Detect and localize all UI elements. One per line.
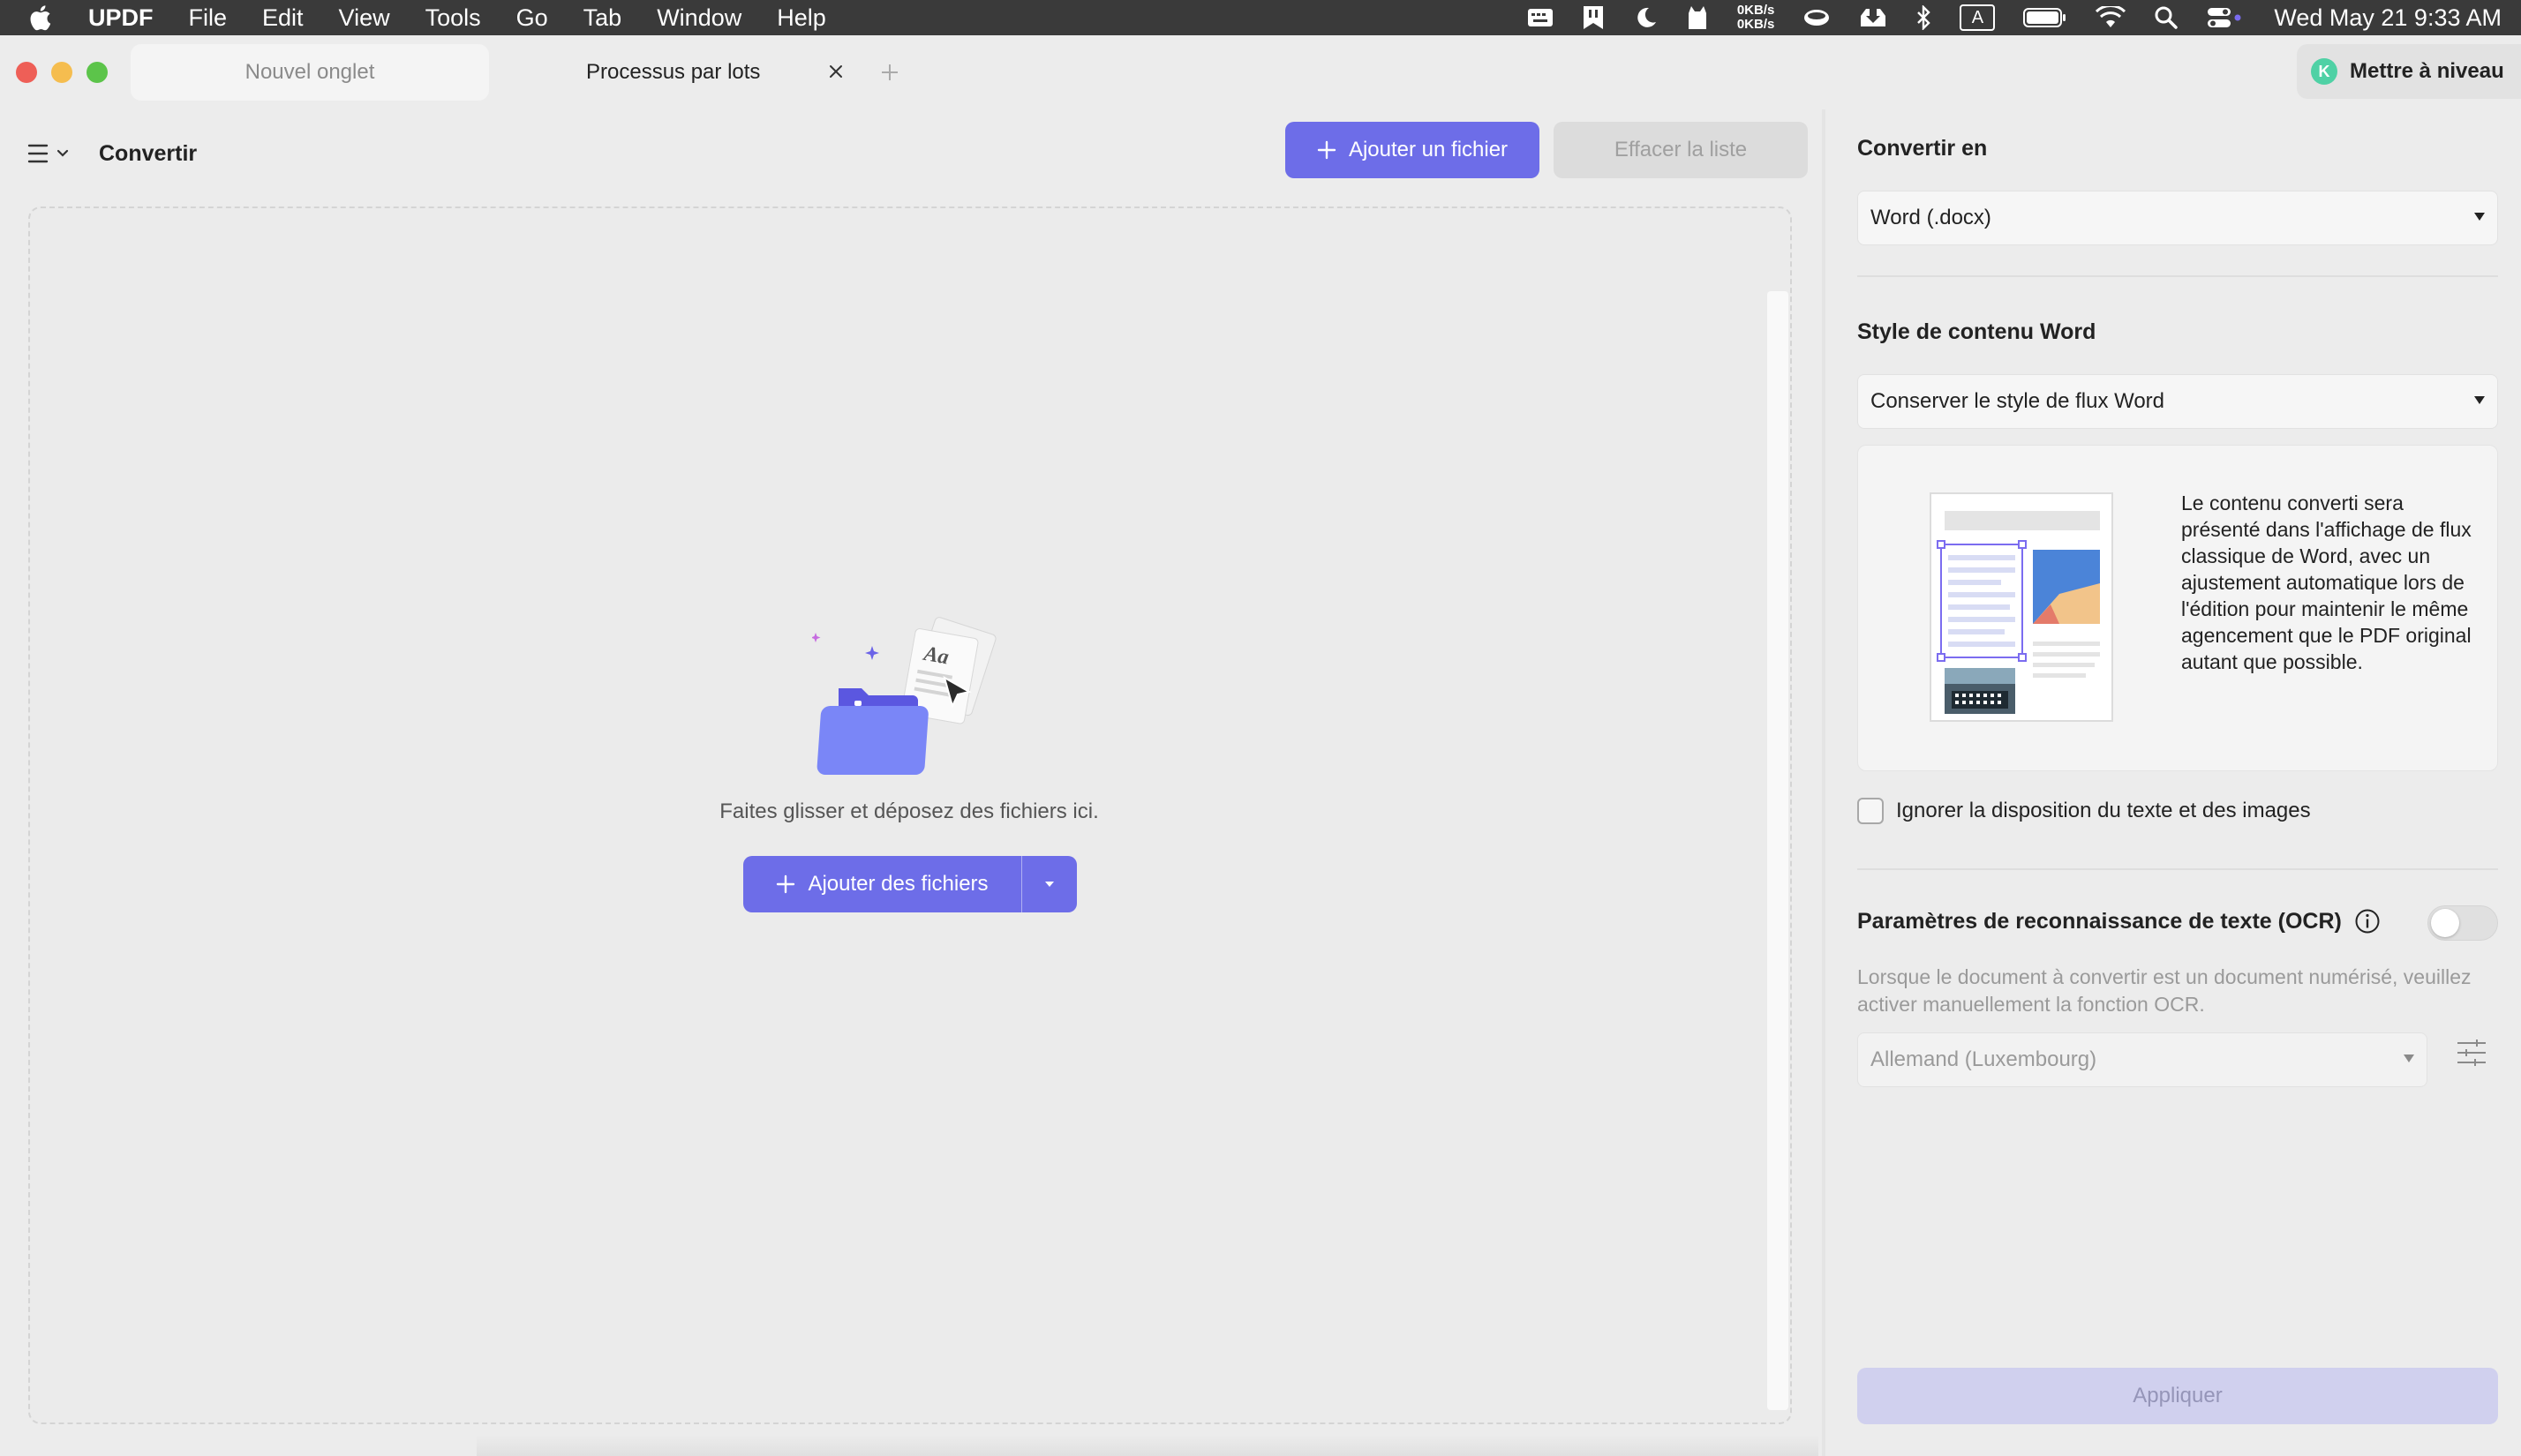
folder-documents-illustration: Aa	[812, 617, 997, 775]
add-file-button[interactable]: Ajouter un fichier	[1285, 122, 1539, 178]
tab-batch-process-label: Processus par lots	[586, 60, 761, 84]
add-files-label: Ajouter des fichiers	[808, 872, 989, 896]
window-bottom-edge	[477, 1435, 1818, 1456]
section-title: Convertir	[99, 140, 198, 166]
convert-format-value: Word (.docx)	[1870, 206, 1991, 229]
batch-convert-pane: Convertir Ajouter un fichier Effacer la …	[0, 109, 1818, 1456]
ocr-settings-sliders-icon[interactable]	[2454, 1034, 2489, 1071]
plus-icon	[1317, 140, 1336, 160]
plus-icon	[777, 874, 795, 894]
ignore-layout-option[interactable]: Ignorer la disposition du texte et des i…	[1857, 796, 2311, 826]
net-up-value: 0KB/s	[1736, 3, 1775, 18]
tab-new[interactable]: Nouvel onglet	[131, 44, 489, 101]
word-style-value: Conserver le style de flux Word	[1870, 389, 2165, 413]
bluetooth-icon[interactable]	[1915, 0, 1931, 35]
add-file-label: Ajouter un fichier	[1348, 138, 1509, 161]
tab-new-label: Nouvel onglet	[245, 60, 375, 84]
net-down-value: 0KB/s	[1736, 17, 1775, 32]
system-menu-bar: UPDF File Edit View Tools Go Tab Window …	[0, 0, 2521, 35]
clear-list-label: Effacer la liste	[1614, 138, 1748, 161]
drop-instructions: Faites glisser et déposez des fichiers i…	[719, 799, 1099, 823]
status-area: 0KB/s 0KB/s A Wed May 21 9:33 AM	[1499, 0, 2502, 35]
battery-icon[interactable]	[2023, 0, 2067, 35]
separator	[1857, 275, 2498, 277]
apply-button[interactable]: Appliquer	[1857, 1368, 2498, 1424]
caret-down-icon	[2404, 1054, 2414, 1062]
clear-list-button[interactable]: Effacer la liste	[1554, 122, 1808, 178]
new-tab-plus-icon[interactable]	[872, 56, 907, 88]
tab-batch-process[interactable]: Processus par lots	[524, 44, 865, 101]
input-source-indicator[interactable]: A	[1960, 0, 1996, 35]
menu-tools[interactable]: Tools	[425, 4, 481, 32]
ignore-layout-checkbox[interactable]	[1857, 798, 1884, 824]
moon-icon[interactable]	[1633, 0, 1658, 35]
ocr-settings-header: Paramètres de reconnaissance de texte (O…	[1857, 904, 2381, 939]
flow-layout-preview-image	[1930, 492, 2113, 722]
bookmark-grid-icon[interactable]	[1582, 0, 1605, 35]
caret-down-icon	[2474, 213, 2485, 221]
user-avatar: K	[2311, 58, 2337, 85]
panel-divider	[1822, 109, 1825, 1456]
close-tab-icon[interactable]	[821, 56, 851, 86]
conversion-settings-panel: Convertir en Word (.docx) Style de conte…	[1831, 109, 2521, 1456]
menu-go[interactable]: Go	[516, 4, 548, 32]
input-source-label: A	[1960, 4, 1996, 31]
ocr-help-text: Lorsque le document à convertir est un d…	[1857, 965, 2472, 1016]
word-style-preview-card: Le contenu converti sera présenté dans l…	[1857, 445, 2498, 771]
cat-icon[interactable]	[1686, 0, 1709, 35]
menu-help[interactable]: Help	[777, 4, 826, 32]
separator	[1857, 868, 2498, 870]
word-style-description: Le contenu converti sera présenté dans l…	[2181, 492, 2472, 673]
upgrade-button[interactable]: K Mettre à niveau	[2297, 44, 2521, 99]
upgrade-label: Mettre à niveau	[2350, 59, 2504, 83]
window-close-button[interactable]	[16, 62, 37, 83]
apply-label: Appliquer	[2133, 1384, 2223, 1407]
menu-file[interactable]: File	[189, 4, 228, 32]
ignore-layout-label: Ignorer la disposition du texte et des i…	[1896, 799, 2311, 822]
ocr-settings-label: Paramètres de reconnaissance de texte (O…	[1857, 908, 2342, 934]
apple-icon[interactable]	[28, 4, 55, 31]
convert-to-label: Convertir en	[1857, 136, 1988, 161]
caret-down-icon	[1045, 882, 1054, 887]
word-style-label: Style de contenu Word	[1857, 319, 2096, 344]
download-tray-icon[interactable]	[1859, 0, 1887, 35]
hamburger-menu-icon	[27, 144, 69, 163]
spotlight-search-icon[interactable]	[2154, 0, 2179, 35]
wifi-icon[interactable]	[2096, 0, 2126, 35]
add-files-dropdown-button[interactable]	[1022, 856, 1077, 912]
network-speed: 0KB/s 0KB/s	[1737, 0, 1775, 35]
toggle-knob	[2431, 909, 2459, 937]
menu-view[interactable]: View	[339, 4, 390, 32]
drop-zone-scrollbar[interactable]	[1767, 291, 1788, 1410]
add-files-button[interactable]: Ajouter des fichiers	[743, 856, 1021, 912]
menu-edit[interactable]: Edit	[262, 4, 304, 32]
window-minimize-button[interactable]	[51, 62, 72, 83]
ocr-toggle[interactable]	[2427, 905, 2498, 941]
control-center-icon[interactable]	[2207, 0, 2242, 35]
add-files-split-button: Ajouter des fichiers	[743, 856, 1077, 912]
word-style-select[interactable]: Conserver le style de flux Word	[1857, 374, 2498, 429]
menu-clock[interactable]: Wed May 21 9:33 AM	[2274, 4, 2502, 32]
keyboard-icon[interactable]	[1527, 0, 1554, 35]
sidebar-menu-toggle[interactable]	[26, 136, 76, 171]
menu-tab[interactable]: Tab	[583, 4, 622, 32]
cloud-disk-icon[interactable]	[1802, 0, 1831, 35]
ocr-language-value: Allemand (Luxembourg)	[1870, 1047, 2097, 1071]
menu-app-name[interactable]: UPDF	[88, 4, 154, 32]
menu-window[interactable]: Window	[657, 4, 741, 32]
info-icon[interactable]	[2354, 908, 2381, 934]
svg-text:Aa: Aa	[921, 642, 951, 670]
caret-down-icon	[2474, 396, 2485, 404]
window-zoom-button[interactable]	[87, 62, 108, 83]
convert-format-select[interactable]: Word (.docx)	[1857, 191, 2498, 245]
ocr-language-select[interactable]: Allemand (Luxembourg)	[1857, 1032, 2427, 1087]
